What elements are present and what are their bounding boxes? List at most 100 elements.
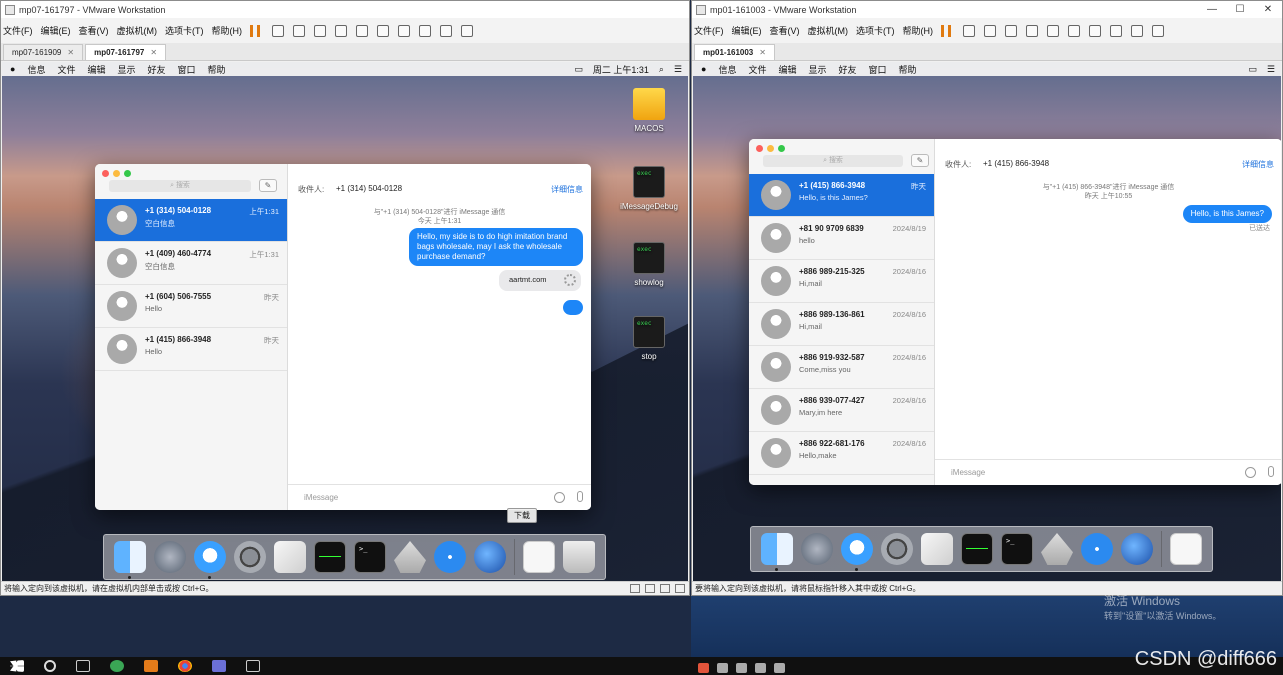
- console-icon[interactable]: [440, 24, 452, 37]
- window-titlebar[interactable]: mp01-161003 - VMware Workstation — ☐ ✕: [692, 1, 1282, 18]
- conversation-item[interactable]: +1 (415) 866-3948 Hello 昨天: [95, 328, 287, 371]
- app-icon[interactable]: [246, 660, 260, 672]
- textedit-icon[interactable]: [921, 533, 953, 565]
- pause-icon[interactable]: [941, 24, 951, 37]
- finder-icon[interactable]: [114, 541, 146, 579]
- revert-snapshot-icon[interactable]: [314, 24, 326, 37]
- menu-help[interactable]: 帮助(H): [212, 24, 243, 37]
- close-window-icon[interactable]: [756, 145, 763, 152]
- menu-edit[interactable]: 编辑(E): [41, 24, 71, 37]
- library-icon[interactable]: [356, 24, 368, 37]
- maximize-icon[interactable]: ☐: [1226, 4, 1254, 15]
- mac-menu-help[interactable]: 帮助: [208, 63, 226, 76]
- conversation-item[interactable]: +1 (314) 504-0128 空白信息 上午1:31: [95, 199, 287, 242]
- details-button[interactable]: 详细信息: [551, 184, 583, 195]
- zoom-window-icon[interactable]: [124, 170, 131, 177]
- device-icon[interactable]: [630, 584, 640, 593]
- message-composer[interactable]: iMessage: [288, 484, 591, 510]
- mac-menu-buddies[interactable]: 好友: [839, 63, 857, 76]
- mac-menu-messages[interactable]: 信息: [27, 63, 45, 76]
- chrome-icon[interactable]: [178, 660, 192, 672]
- network-utility-icon[interactable]: [1121, 533, 1153, 565]
- send-ctrl-alt-del-icon[interactable]: [272, 24, 284, 37]
- menu-vm[interactable]: 虚拟机(M): [117, 24, 158, 37]
- device-icon[interactable]: [645, 584, 655, 593]
- tab-mp07-161797[interactable]: mp07-161797 ✕: [85, 44, 167, 60]
- vmware-taskbar-icon[interactable]: [144, 660, 158, 672]
- recipient-value[interactable]: +1 (314) 504-0128: [336, 184, 402, 193]
- search-input[interactable]: ⌕ 搜索: [109, 180, 251, 192]
- send-ctrl-alt-del-icon[interactable]: [963, 24, 975, 37]
- macos-screen-left[interactable]: ● 信息 文件 编辑 显示 好友 窗口 帮助 ▭ 周二 上午1:31 ⌕ ☰ M…: [2, 62, 688, 581]
- conversation-item[interactable]: +1 (415) 866-3948 Hello, is this James? …: [749, 174, 934, 217]
- snapshot-icon[interactable]: [984, 24, 996, 37]
- downloads-stack-icon[interactable]: [1170, 533, 1202, 565]
- ime-icon[interactable]: [698, 663, 709, 673]
- stretch-icon[interactable]: [1152, 24, 1164, 37]
- fullscreen-icon[interactable]: [398, 24, 410, 37]
- terminal-app-icon[interactable]: [354, 541, 386, 573]
- tray-icon[interactable]: [717, 663, 728, 673]
- mac-menu-help[interactable]: 帮助: [899, 63, 917, 76]
- launchpad-icon[interactable]: [801, 533, 833, 565]
- spotlight-icon[interactable]: ⌕: [659, 64, 664, 75]
- message-composer[interactable]: iMessage: [935, 459, 1281, 485]
- menu-help[interactable]: 帮助(H): [903, 24, 934, 37]
- menubar-clock[interactable]: 周二 上午1:31: [593, 63, 649, 76]
- trash-icon[interactable]: [563, 541, 595, 573]
- menu-view[interactable]: 查看(V): [770, 24, 800, 37]
- tray-icon[interactable]: [736, 663, 747, 673]
- revert-snapshot-icon[interactable]: [1005, 24, 1017, 37]
- app-icon[interactable]: [110, 660, 124, 672]
- notification-center-icon[interactable]: ☰: [674, 64, 682, 75]
- launchpad-icon[interactable]: [154, 541, 186, 573]
- desktop-icon-stop[interactable]: stop: [614, 316, 684, 361]
- tray-icon[interactable]: [755, 663, 766, 673]
- minimize-window-icon[interactable]: [113, 170, 120, 177]
- snapshot-manager-icon[interactable]: [1026, 24, 1038, 37]
- menu-edit[interactable]: 编辑(E): [732, 24, 762, 37]
- menu-vm[interactable]: 虚拟机(M): [808, 24, 849, 37]
- compose-button[interactable]: ✎: [259, 179, 277, 192]
- apple-icon[interactable]: ●: [701, 64, 706, 74]
- notification-center-icon[interactable]: ☰: [1267, 64, 1275, 75]
- close-icon[interactable]: ✕: [150, 48, 157, 57]
- recipient-value[interactable]: +1 (415) 866-3948: [983, 159, 1049, 168]
- sent-message-bubble[interactable]: Hello, is this James?: [1182, 205, 1272, 223]
- console-icon[interactable]: [1131, 24, 1143, 37]
- messages-app-icon[interactable]: [194, 541, 226, 579]
- zoom-window-icon[interactable]: [778, 145, 785, 152]
- finder-icon[interactable]: [761, 533, 793, 571]
- thumbnail-icon[interactable]: [377, 24, 389, 37]
- activity-monitor-icon[interactable]: [314, 541, 346, 573]
- microphone-icon[interactable]: [577, 491, 583, 502]
- textedit-icon[interactable]: [274, 541, 306, 573]
- search-icon[interactable]: [44, 660, 56, 672]
- conversation-item[interactable]: +1 (604) 506-7555 Hello 昨天: [95, 285, 287, 328]
- network-utility-icon[interactable]: [474, 541, 506, 573]
- downloads-stack-icon[interactable]: [523, 541, 555, 573]
- mac-menu-edit[interactable]: 编辑: [87, 63, 105, 76]
- conversation-item[interactable]: +81 90 9709 6839 hello 2024/8/19: [749, 217, 934, 260]
- unity-icon[interactable]: [1110, 24, 1122, 37]
- mac-menu-edit[interactable]: 编辑: [778, 63, 796, 76]
- details-button[interactable]: 详细信息: [1242, 159, 1274, 170]
- activity-monitor-icon[interactable]: [961, 533, 993, 565]
- conversation-item[interactable]: +886 989-215-325 Hi,mail 2024/8/16: [749, 260, 934, 303]
- messages-app-icon[interactable]: [841, 533, 873, 571]
- start-icon[interactable]: [10, 660, 24, 672]
- device-icon[interactable]: [675, 584, 685, 593]
- menu-file[interactable]: 文件(F): [3, 24, 33, 37]
- conversation-item[interactable]: +886 922-681-176 Hello,make 2024/8/16: [749, 432, 934, 475]
- mac-menu-file[interactable]: 文件: [748, 63, 766, 76]
- conversation-item[interactable]: +1 (409) 460-4774 空白信息 上午1:31: [95, 242, 287, 285]
- display-icon[interactable]: ▭: [574, 64, 583, 75]
- mac-menu-window[interactable]: 窗口: [178, 63, 196, 76]
- desktop-icon-showlog[interactable]: showlog: [614, 242, 684, 287]
- display-icon[interactable]: ▭: [1248, 64, 1257, 75]
- tab-mp01-161003[interactable]: mp01-161003 ✕: [694, 44, 775, 60]
- safari-icon[interactable]: [434, 541, 466, 573]
- unity-icon[interactable]: [419, 24, 431, 37]
- mac-menu-view[interactable]: 显示: [117, 63, 135, 76]
- device-icon[interactable]: [660, 584, 670, 593]
